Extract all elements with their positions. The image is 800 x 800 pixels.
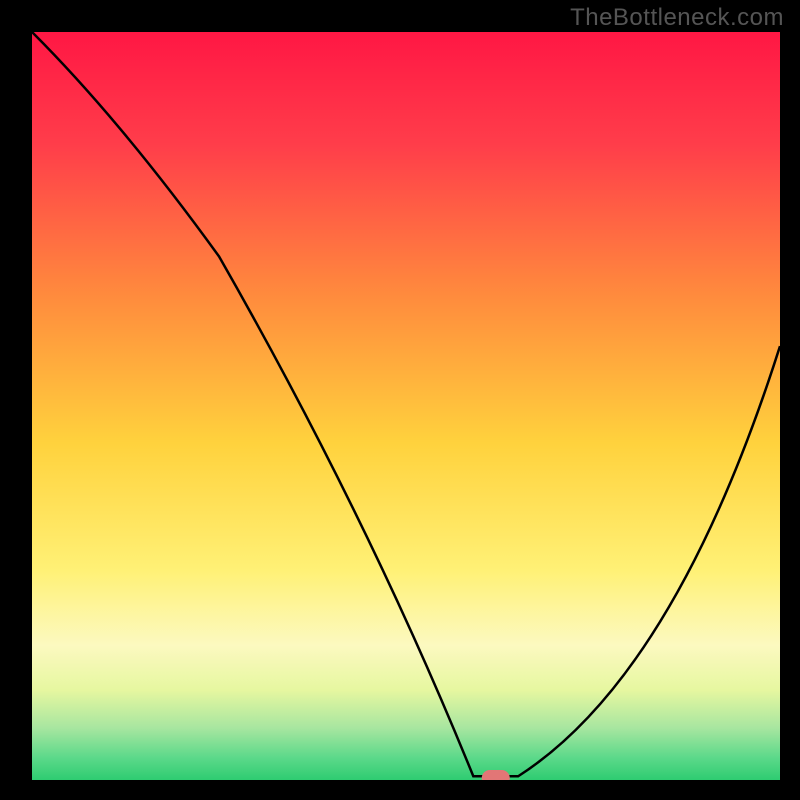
gradient-background: [32, 32, 780, 780]
chart-svg: [32, 32, 780, 780]
optimum-marker: [482, 770, 510, 780]
watermark-text: TheBottleneck.com: [570, 4, 784, 32]
plot-area: [32, 32, 780, 780]
chart-container: TheBottleneck.com: [0, 0, 800, 800]
